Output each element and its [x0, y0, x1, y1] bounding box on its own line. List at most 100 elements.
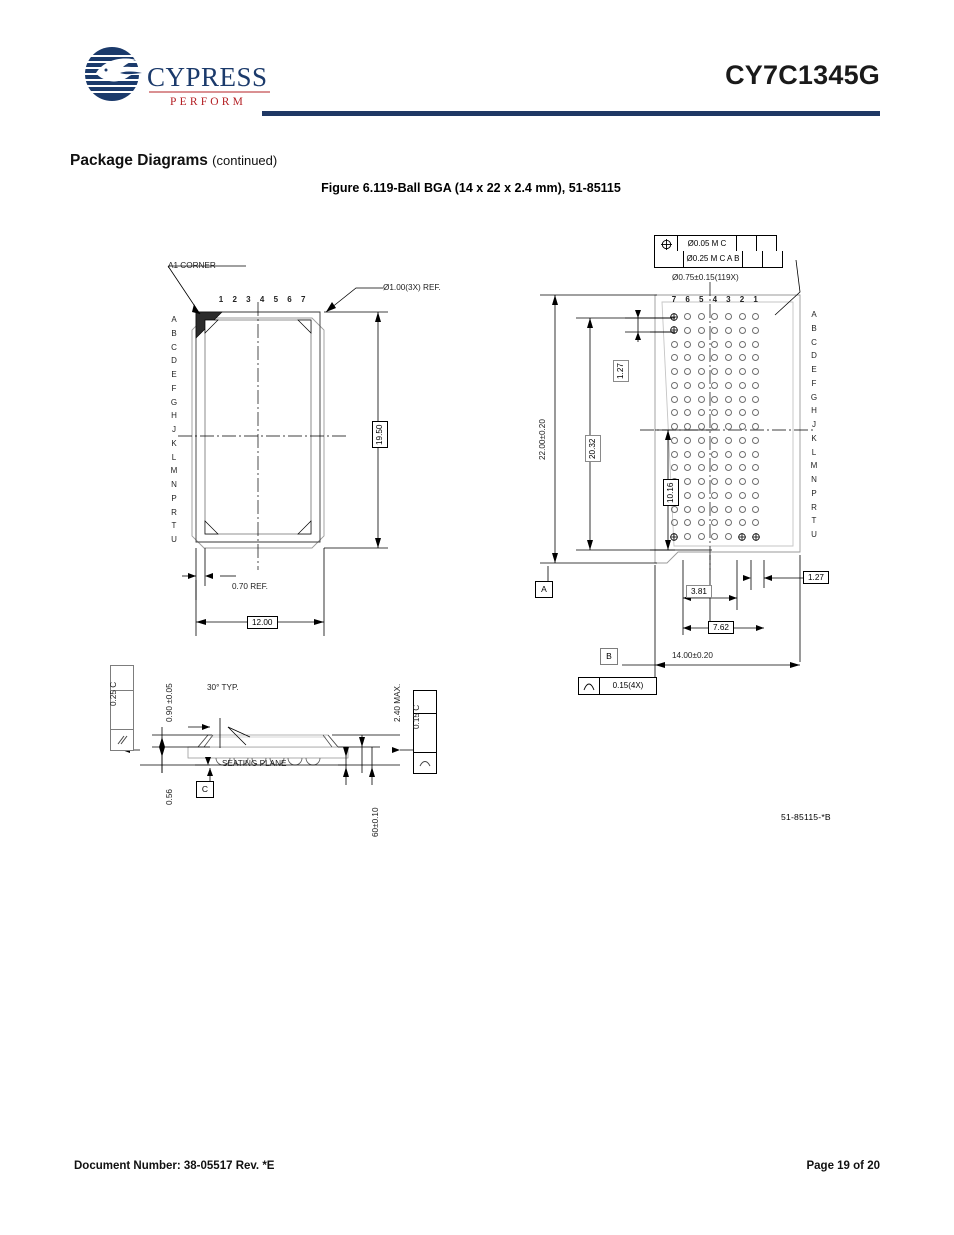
- part-number: CY7C1345G: [725, 60, 880, 90]
- dim-14-00: 14.00±0.20: [672, 651, 713, 660]
- ball-P6: [684, 491, 692, 499]
- ball-D2: [738, 354, 746, 362]
- position-tolerance-row1: Ø0.05 M C: [678, 236, 737, 252]
- section-title-text: Package Diagrams: [70, 152, 208, 169]
- ball-J5: [697, 423, 705, 430]
- bottom-view-row-M: M: [810, 461, 818, 471]
- ball-R3: [724, 505, 732, 513]
- position-tolerance-row2: Ø0.25 M C A B: [684, 251, 743, 267]
- figure-title: Figure 6.119-Ball BGA (14 x 22 x 2.4 mm)…: [0, 181, 954, 195]
- position-control-frame-row2: Ø0.25 M C A B: [654, 251, 783, 268]
- ball-R7: [670, 505, 678, 513]
- bottom-view-row-C: C: [811, 337, 817, 347]
- top-view-column-5: 5: [273, 295, 279, 304]
- datasheet-page: CYPRESS PERFORM CY7C1345G Package Diagra…: [0, 0, 954, 1235]
- ball-M7: [670, 464, 678, 472]
- ball-U7-datum-target: [670, 532, 678, 541]
- ball-diameter-note: Ø0.75±0.15(119X): [672, 273, 739, 282]
- ball-A2: [738, 313, 746, 320]
- ball-R1: [752, 505, 760, 513]
- section-title: Package Diagrams (continued): [70, 152, 277, 170]
- dim-60-deg: 60±0.10: [371, 807, 380, 837]
- bottom-view-row-A: A: [811, 310, 817, 319]
- ball-L7: [670, 450, 678, 458]
- top-view-row-P: P: [171, 493, 177, 503]
- bottom-view-column-4: 4: [712, 295, 718, 304]
- ball-G7: [670, 395, 678, 403]
- ball-G1: [752, 395, 760, 403]
- top-view-row-T: T: [171, 521, 177, 531]
- bottom-view-row-B: B: [811, 323, 817, 333]
- ball-B5: [697, 326, 705, 334]
- parallelism-symbol: [117, 735, 128, 745]
- ball-E5: [697, 368, 705, 375]
- dim-0-90: 0.90 ±0.05: [165, 683, 174, 722]
- ball-K5: [697, 436, 705, 444]
- ball-U5: [697, 533, 705, 540]
- top-view-row-R: R: [171, 507, 177, 517]
- dim-1-27-right: 1.27: [803, 571, 829, 585]
- ball-L3: [724, 450, 732, 458]
- ball-G6: [684, 395, 692, 403]
- ball-T5: [697, 519, 705, 527]
- ball-J2: [738, 423, 746, 430]
- drawing-number: 51-85115-*B: [781, 812, 831, 822]
- ball-M5: [697, 464, 705, 472]
- ball-G3: [724, 395, 732, 403]
- ball-N3: [724, 478, 732, 485]
- top-view-column-1: 1: [218, 295, 224, 304]
- ball-A5: [697, 313, 705, 320]
- ball-F2: [738, 381, 746, 389]
- ball-G2: [738, 395, 746, 403]
- figure-title-text: Figure 6.119-Ball BGA (14 x 22 x 2.4 mm)…: [321, 181, 621, 195]
- ball-C7: [670, 340, 678, 348]
- top-view-row-J: J: [172, 425, 176, 434]
- ball-R2: [738, 505, 746, 513]
- ball-F5: [697, 381, 705, 389]
- cypress-logo-graphic: CYPRESS PERFORM: [85, 47, 270, 108]
- top-view-column-6: 6: [287, 295, 292, 304]
- bottom-view-row-J: J: [812, 420, 816, 429]
- top-view-row-L: L: [171, 452, 177, 462]
- ball-J7: [670, 423, 678, 430]
- dim-10-16: 10.16: [663, 479, 680, 506]
- angle-note: 30° TYP.: [207, 683, 239, 692]
- ball-K6: [684, 436, 692, 444]
- ball-F3: [724, 381, 732, 389]
- ball-A7-datum-target: [670, 312, 678, 321]
- top-view-row-H: H: [171, 411, 177, 421]
- header-rule: [262, 111, 880, 116]
- chamfer-note: Ø1.00(3X) REF.: [383, 283, 441, 292]
- top-view-row-G: G: [170, 397, 178, 407]
- ball-C3: [724, 340, 732, 348]
- ball-T2: [738, 519, 746, 527]
- bottom-view-row-R: R: [811, 502, 817, 512]
- ball-C1: [752, 340, 760, 348]
- profile-value: 0.15(4X): [612, 680, 644, 690]
- dim-0-56: 0.56: [165, 789, 174, 805]
- dim-7-62: 7.62: [708, 621, 734, 635]
- ball-B2: [738, 326, 746, 334]
- flatness-symbol: [419, 761, 431, 767]
- ball-K1: [752, 436, 760, 444]
- ball-D7: [670, 354, 678, 362]
- ball-P1: [752, 491, 760, 499]
- ball-P3: [724, 491, 732, 499]
- ball-P2: [738, 491, 746, 499]
- ball-L1: [752, 450, 760, 458]
- section-continued: (continued): [212, 153, 278, 168]
- bottom-view-row-N: N: [811, 475, 817, 484]
- parallelism-value: 0.25 C: [108, 681, 118, 706]
- bottom-view-column-1: 1: [753, 295, 758, 304]
- ball-F1: [752, 381, 760, 389]
- datum-c: C: [196, 781, 214, 798]
- ball-F6: [684, 381, 692, 389]
- bottom-view-row-U: U: [811, 530, 817, 539]
- flatness-value: 0.15 C: [411, 704, 421, 729]
- ball-D5: [697, 354, 705, 362]
- ball-E7: [670, 368, 678, 375]
- position-symbol: [660, 238, 672, 250]
- top-view-row-D: D: [171, 356, 177, 366]
- ball-A3: [724, 313, 732, 320]
- dim-19-50: 19.50: [372, 421, 389, 448]
